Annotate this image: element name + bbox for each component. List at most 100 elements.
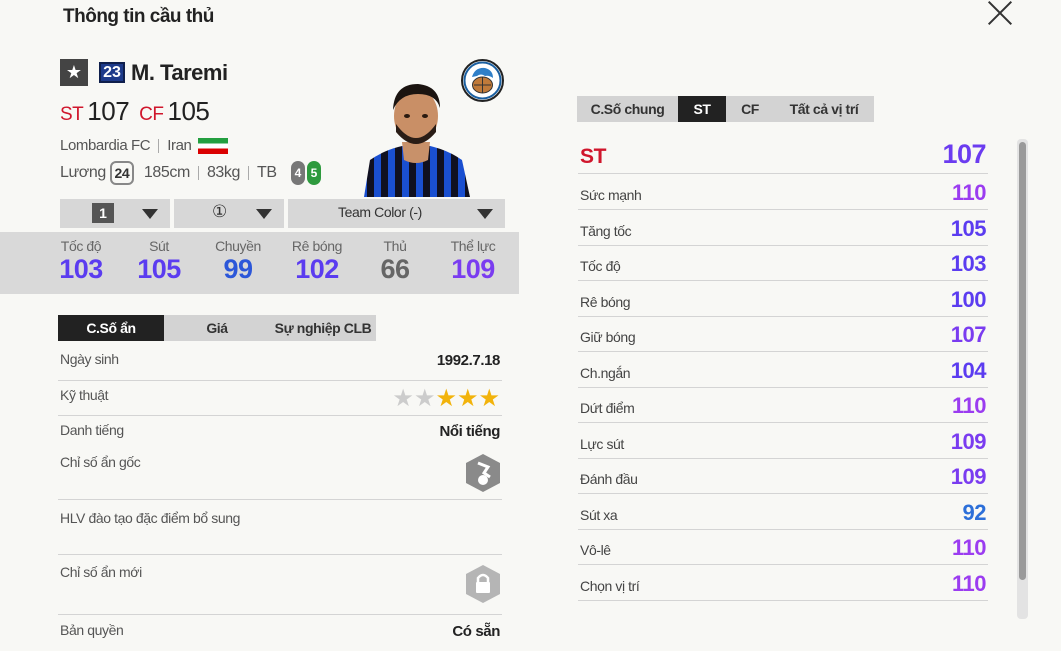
divider	[197, 166, 199, 180]
info-tabs: C.Số ẩn Giá Sự nghiệp CLB	[58, 315, 376, 341]
quick-stat: Tốc độ 103	[59, 238, 103, 284]
attribute-label: Rê bóng	[580, 293, 631, 310]
attribute-value: 104	[950, 357, 987, 383]
tab-cf[interactable]: CF	[726, 96, 774, 122]
quick-stat: Thể lực 109	[450, 238, 496, 284]
club-nation-line: Lombardia FC Iran	[60, 137, 228, 155]
attribute-row: Rê bóng 100	[578, 281, 988, 317]
quick-stat: Chuyền 99	[215, 238, 261, 284]
attribute-label: Đánh đầu	[580, 471, 638, 487]
page-title: Thông tin cầu thủ	[63, 6, 214, 27]
attribute-value: 100	[950, 286, 987, 312]
attribute-label: Sút xa	[580, 506, 618, 523]
attribute-value: 103	[950, 251, 987, 276]
tab-price[interactable]: Giá	[164, 315, 270, 341]
quick-stat: Thủ 66	[380, 238, 410, 284]
tab-club-career[interactable]: Sự nghiệp CLB	[270, 315, 376, 341]
attribute-value: 110	[952, 570, 987, 596]
divider	[158, 139, 160, 154]
lock-icon[interactable]	[464, 564, 502, 604]
team-color-value: Team Color (-)	[338, 204, 422, 220]
chevron-down-icon	[256, 209, 272, 219]
attribute-label: Tốc độ	[580, 258, 621, 274]
skill-stars: ★★★★★	[392, 384, 500, 413]
attribute-label: Ch.ngắn	[580, 364, 631, 381]
attribute-row: Tốc độ 103	[578, 245, 988, 281]
attribute-row: Chọn vị trí 110	[578, 565, 988, 601]
chevron-down-icon	[142, 209, 158, 219]
close-icon[interactable]	[985, 0, 1015, 26]
attribute-row: Lực sút 109	[578, 423, 988, 459]
nation-name: Iran	[167, 137, 192, 154]
attribute-label: Giữ bóng	[580, 329, 636, 345]
level-dropdown[interactable]: ①	[174, 199, 284, 228]
level-value: ①	[212, 202, 228, 221]
attribute-row: Dứt điểm 110	[578, 387, 988, 423]
trait-icon[interactable]	[464, 453, 502, 493]
club-logo-icon	[461, 59, 504, 102]
weight: 83kg	[206, 164, 241, 181]
info-row-hidden-original: Chỉ số ẩn gốc	[58, 445, 502, 500]
attribute-label: Dứt điểm	[580, 400, 635, 416]
quick-stat: Sút 105	[137, 238, 181, 284]
attribute-value: 107	[950, 322, 987, 347]
tab-st[interactable]: ST	[678, 96, 726, 122]
attribute-label: Vô-lê	[580, 542, 611, 558]
attribute-row: Đánh đầu 109	[578, 458, 988, 494]
info-row-birth: Ngày sinh 1992.7.18	[58, 345, 502, 381]
tab-all-positions[interactable]: Tất cả vị trí	[774, 96, 874, 122]
club-name: Lombardia FC	[60, 137, 151, 154]
attribute-value: 110	[952, 180, 987, 205]
position-ovr: 107	[87, 96, 130, 126]
favorite-star-icon[interactable]: ★	[60, 59, 88, 86]
chevron-down-icon	[477, 209, 493, 219]
attribute-value: 105	[950, 215, 987, 241]
star-empty-icon: ★	[413, 385, 436, 412]
attribute-label: Sức mạnh	[580, 187, 642, 203]
position-tabs: C.Số chung ST CF Tất cả vị trí	[577, 96, 874, 122]
star-filled-icon: ★	[456, 385, 479, 412]
position-ovr: 105	[167, 96, 210, 126]
info-row-skill: Kỹ thuật ★★★★★	[58, 381, 502, 416]
tab-general-stats[interactable]: C.Số chung	[577, 96, 678, 122]
star-filled-icon: ★	[478, 385, 500, 412]
attribute-row: Vô-lê 110	[578, 529, 988, 565]
attribute-row: Sức mạnh 110	[578, 174, 988, 210]
attribute-value: 109	[950, 464, 987, 489]
height: 185cm	[143, 164, 190, 181]
iran-flag-icon	[197, 138, 228, 155]
left-foot-rating: 4	[290, 161, 305, 185]
quick-stats-bar: Tốc độ 103 Sút 105 Chuyền 99 Rê bóng 102 Thủ…	[0, 232, 519, 294]
upgrade-level-dropdown[interactable]: 1	[60, 199, 170, 228]
attribute-label: Chọn vị trí	[580, 577, 640, 594]
attribute-value: 110	[952, 535, 987, 560]
attribute-value: 110	[952, 393, 987, 418]
info-row-coach: HLV đào tạo đặc điểm bổ sung	[58, 500, 502, 555]
attribute-value: 109	[950, 428, 987, 454]
tab-hidden-stats[interactable]: C.Số ẩn	[58, 315, 164, 341]
attribute-label: Lực sút	[580, 435, 624, 452]
player-photo	[360, 80, 472, 197]
quick-stat: Rê bóng 102	[291, 238, 343, 284]
star-empty-icon: ★	[392, 385, 414, 412]
salary-label: Lương	[60, 164, 106, 181]
attribute-row: Tăng tốc 105	[578, 210, 988, 246]
salary-badge: 24	[109, 161, 134, 185]
divider	[248, 166, 250, 180]
attribute-row: Ch.ngắn 104	[578, 352, 988, 388]
star-filled-icon: ★	[435, 385, 457, 412]
info-row-fame: Danh tiếng Nổi tiếng	[60, 422, 500, 440]
right-foot-rating: 5	[306, 161, 321, 185]
attribute-row: Sút xa 92	[578, 494, 988, 530]
info-row-rights: Bản quyền Có sẵn	[60, 622, 500, 640]
attribute-value: 92	[962, 499, 987, 525]
attribute-row: Giữ bóng 107	[578, 316, 988, 352]
body-type: TB	[257, 164, 277, 181]
upgrade-level-value: 1	[92, 203, 114, 223]
scrollbar[interactable]	[1017, 139, 1028, 619]
attribute-label: Tăng tốc	[580, 222, 632, 239]
attribute-header-row: ST 107	[578, 138, 988, 174]
position-label: CF	[139, 104, 164, 125]
scrollbar-thumb[interactable]	[1019, 142, 1026, 580]
team-color-dropdown[interactable]: Team Color (-)	[288, 199, 505, 228]
